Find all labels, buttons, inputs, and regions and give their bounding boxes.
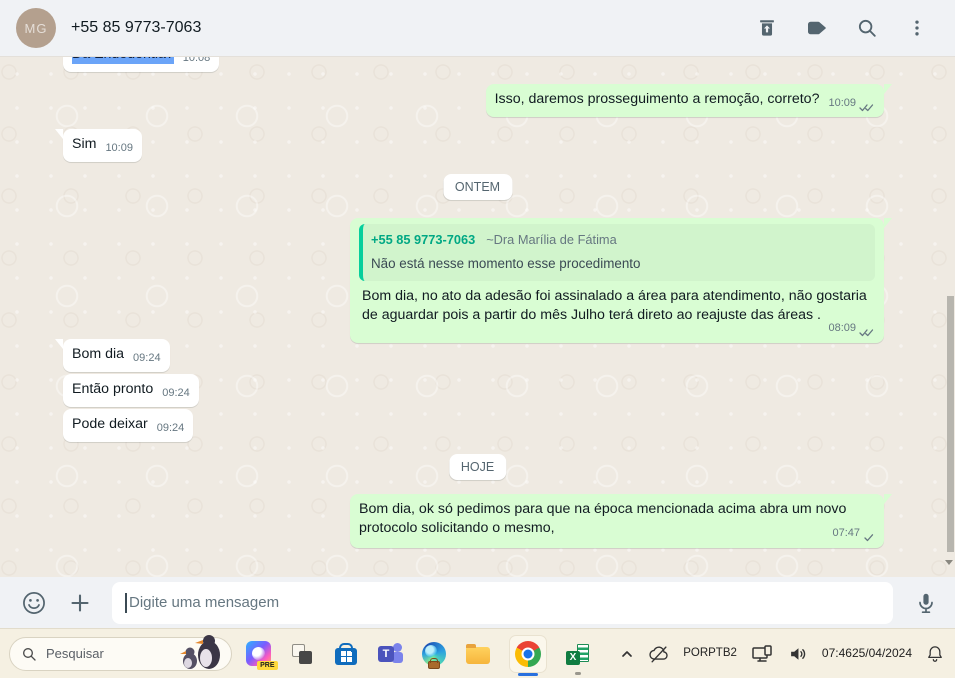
text-caret: [125, 592, 127, 613]
chat-title[interactable]: +55 85 9773-7063: [71, 19, 755, 37]
language-line2: PTB2: [708, 647, 737, 660]
system-tray: POR PTB2 07:46 25/04/2024: [619, 642, 955, 666]
taskbar-search[interactable]: Pesquisar: [9, 634, 232, 671]
menu-kebab-icon[interactable]: [905, 16, 929, 40]
volume-speaker-icon[interactable]: [787, 643, 809, 665]
chat-message-list[interactable]: Da Endodontia? 10:08 Isso, daremos pross…: [0, 57, 955, 577]
message-time: 07:47: [832, 527, 860, 539]
message-text: Pode deixar: [72, 416, 148, 432]
message-input[interactable]: [112, 581, 893, 624]
copilot-logo: PRE: [245, 641, 278, 670]
clock-and-date[interactable]: 07:46 25/04/2024: [822, 646, 912, 662]
chat-header: MG +55 85 9773-7063: [0, 0, 955, 57]
onedrive-paused-cloud-icon[interactable]: [648, 643, 670, 665]
quote-header: +55 85 9773-7063 ~Dra Marília de Fátima: [371, 230, 865, 250]
bubble-tail: [884, 494, 892, 504]
notifications-bell-icon[interactable]: [925, 644, 945, 664]
message-text: Bom dia, no ato da adesão foi assinalado…: [362, 288, 867, 323]
search-placeholder: Pesquisar: [46, 646, 104, 661]
chrome-logo: [515, 640, 541, 667]
teams-icon[interactable]: T: [377, 641, 403, 667]
message-bubble-incoming[interactable]: Da Endodontia? 10:08: [63, 57, 220, 72]
message-composer: [0, 577, 955, 628]
header-icons: [755, 16, 929, 40]
message-text: Bom dia, ok só pedimos para que na época…: [359, 501, 847, 536]
copilot-icon[interactable]: PRE: [245, 641, 278, 670]
microsoft-store-icon[interactable]: [333, 641, 359, 667]
tray-time: 07:46: [821, 645, 852, 660]
bubble-tail: [55, 339, 63, 349]
message-time: 09:24: [162, 387, 190, 399]
message-bubble-incoming[interactable]: Pode deixar 09:24: [63, 409, 194, 442]
message-bubble-outgoing[interactable]: Isso, daremos prosseguimento a remoção, …: [485, 84, 892, 117]
language-line1: POR: [683, 647, 709, 660]
message-text: Então pronto: [72, 381, 154, 397]
message-bubble-incoming[interactable]: Então pronto 09:24: [63, 374, 199, 407]
edge-icon[interactable]: [421, 641, 447, 669]
attach-plus-icon[interactable]: [66, 589, 93, 616]
taskbar-apps: PRE T X: [245, 634, 591, 673]
emoji-icon[interactable]: [20, 589, 47, 616]
archive-trash-icon[interactable]: [755, 16, 779, 40]
message-time: 10:08: [182, 57, 211, 64]
excel-logo: X: [566, 643, 590, 665]
message-bubble-outgoing-with-quote[interactable]: +55 85 9773-7063 ~Dra Marília de Fátima …: [350, 218, 892, 343]
excel-icon[interactable]: X: [565, 641, 591, 667]
message-bubble-incoming[interactable]: Bom dia 09:24: [55, 339, 170, 372]
bubble-tail: [884, 218, 892, 228]
search-icon: [23, 647, 36, 661]
date-divider-yesterday: ONTEM: [442, 174, 513, 200]
message-text: Isso, daremos prosseguimento a remoção, …: [494, 91, 820, 107]
quote-author: ~Dra Marília de Fátima: [486, 232, 617, 247]
quote-sender: +55 85 9773-7063: [371, 232, 476, 247]
windows-taskbar: Pesquisar PRE T X POR PTB2 07:46 25/04/2…: [0, 628, 955, 678]
teams-person-head: [393, 642, 402, 652]
bubble-tail: [884, 84, 892, 94]
message-time: 09:24: [156, 422, 185, 434]
chat-scrollbar-thumb[interactable]: [947, 296, 954, 552]
single-check-icon: [864, 534, 874, 542]
excel-tile-letter: X: [566, 650, 580, 665]
message-bubble-incoming[interactable]: Sim 10:09: [55, 129, 142, 162]
microphone-icon[interactable]: [912, 589, 939, 616]
copilot-pre-badge: PRE: [257, 661, 278, 670]
message-time: 10:09: [828, 97, 856, 109]
cast-display-icon[interactable]: [750, 642, 774, 666]
teams-logo: T: [378, 642, 403, 666]
selected-message-text: Da Endodontia?: [72, 57, 174, 64]
tray-chevron-up-icon[interactable]: [619, 646, 635, 662]
message-input-wrap: [112, 581, 893, 624]
chat-scroll-down-arrow[interactable]: [945, 560, 953, 565]
label-icon[interactable]: [805, 16, 829, 40]
task-view-icon[interactable]: [289, 641, 315, 667]
avatar-monogram: MG: [24, 20, 48, 36]
quote-text: Não está nesse momento esse procedimento: [371, 256, 641, 271]
edge-logo: [422, 641, 446, 669]
double-check-icon: [859, 329, 874, 337]
windows-logo: [340, 650, 352, 662]
teams-tile-letter: T: [378, 645, 394, 662]
tray-date: 25/04/2024: [851, 645, 912, 660]
search-highlight-penguins-image: [180, 634, 220, 669]
message-time: 08:09: [828, 322, 856, 334]
message-time: 09:24: [133, 352, 161, 364]
search-icon[interactable]: [855, 16, 879, 40]
chrome-icon[interactable]: [509, 634, 547, 673]
date-divider-today: HOJE: [448, 454, 507, 480]
message-time: 10:09: [105, 142, 133, 154]
bubble-tail: [55, 129, 63, 139]
work-briefcase-overlay-icon: [428, 660, 440, 669]
contact-avatar[interactable]: MG: [16, 8, 56, 48]
whatsapp-screen: MG +55 85 9773-7063 10:08 Isso, daremos …: [0, 0, 955, 678]
quoted-message[interactable]: +55 85 9773-7063 ~Dra Marília de Fátima …: [359, 224, 875, 281]
task-view-front-square: [299, 650, 312, 664]
folder-logo: [466, 644, 490, 664]
double-check-icon: [859, 104, 874, 112]
store-bag: [335, 647, 357, 665]
language-indicator[interactable]: POR PTB2: [683, 646, 737, 660]
message-text: Bom dia: [72, 346, 125, 362]
message-bubble-outgoing[interactable]: Bom dia, ok só pedimos para que na época…: [350, 494, 892, 548]
message-text: Sim: [72, 136, 97, 152]
file-explorer-icon[interactable]: [465, 641, 491, 667]
